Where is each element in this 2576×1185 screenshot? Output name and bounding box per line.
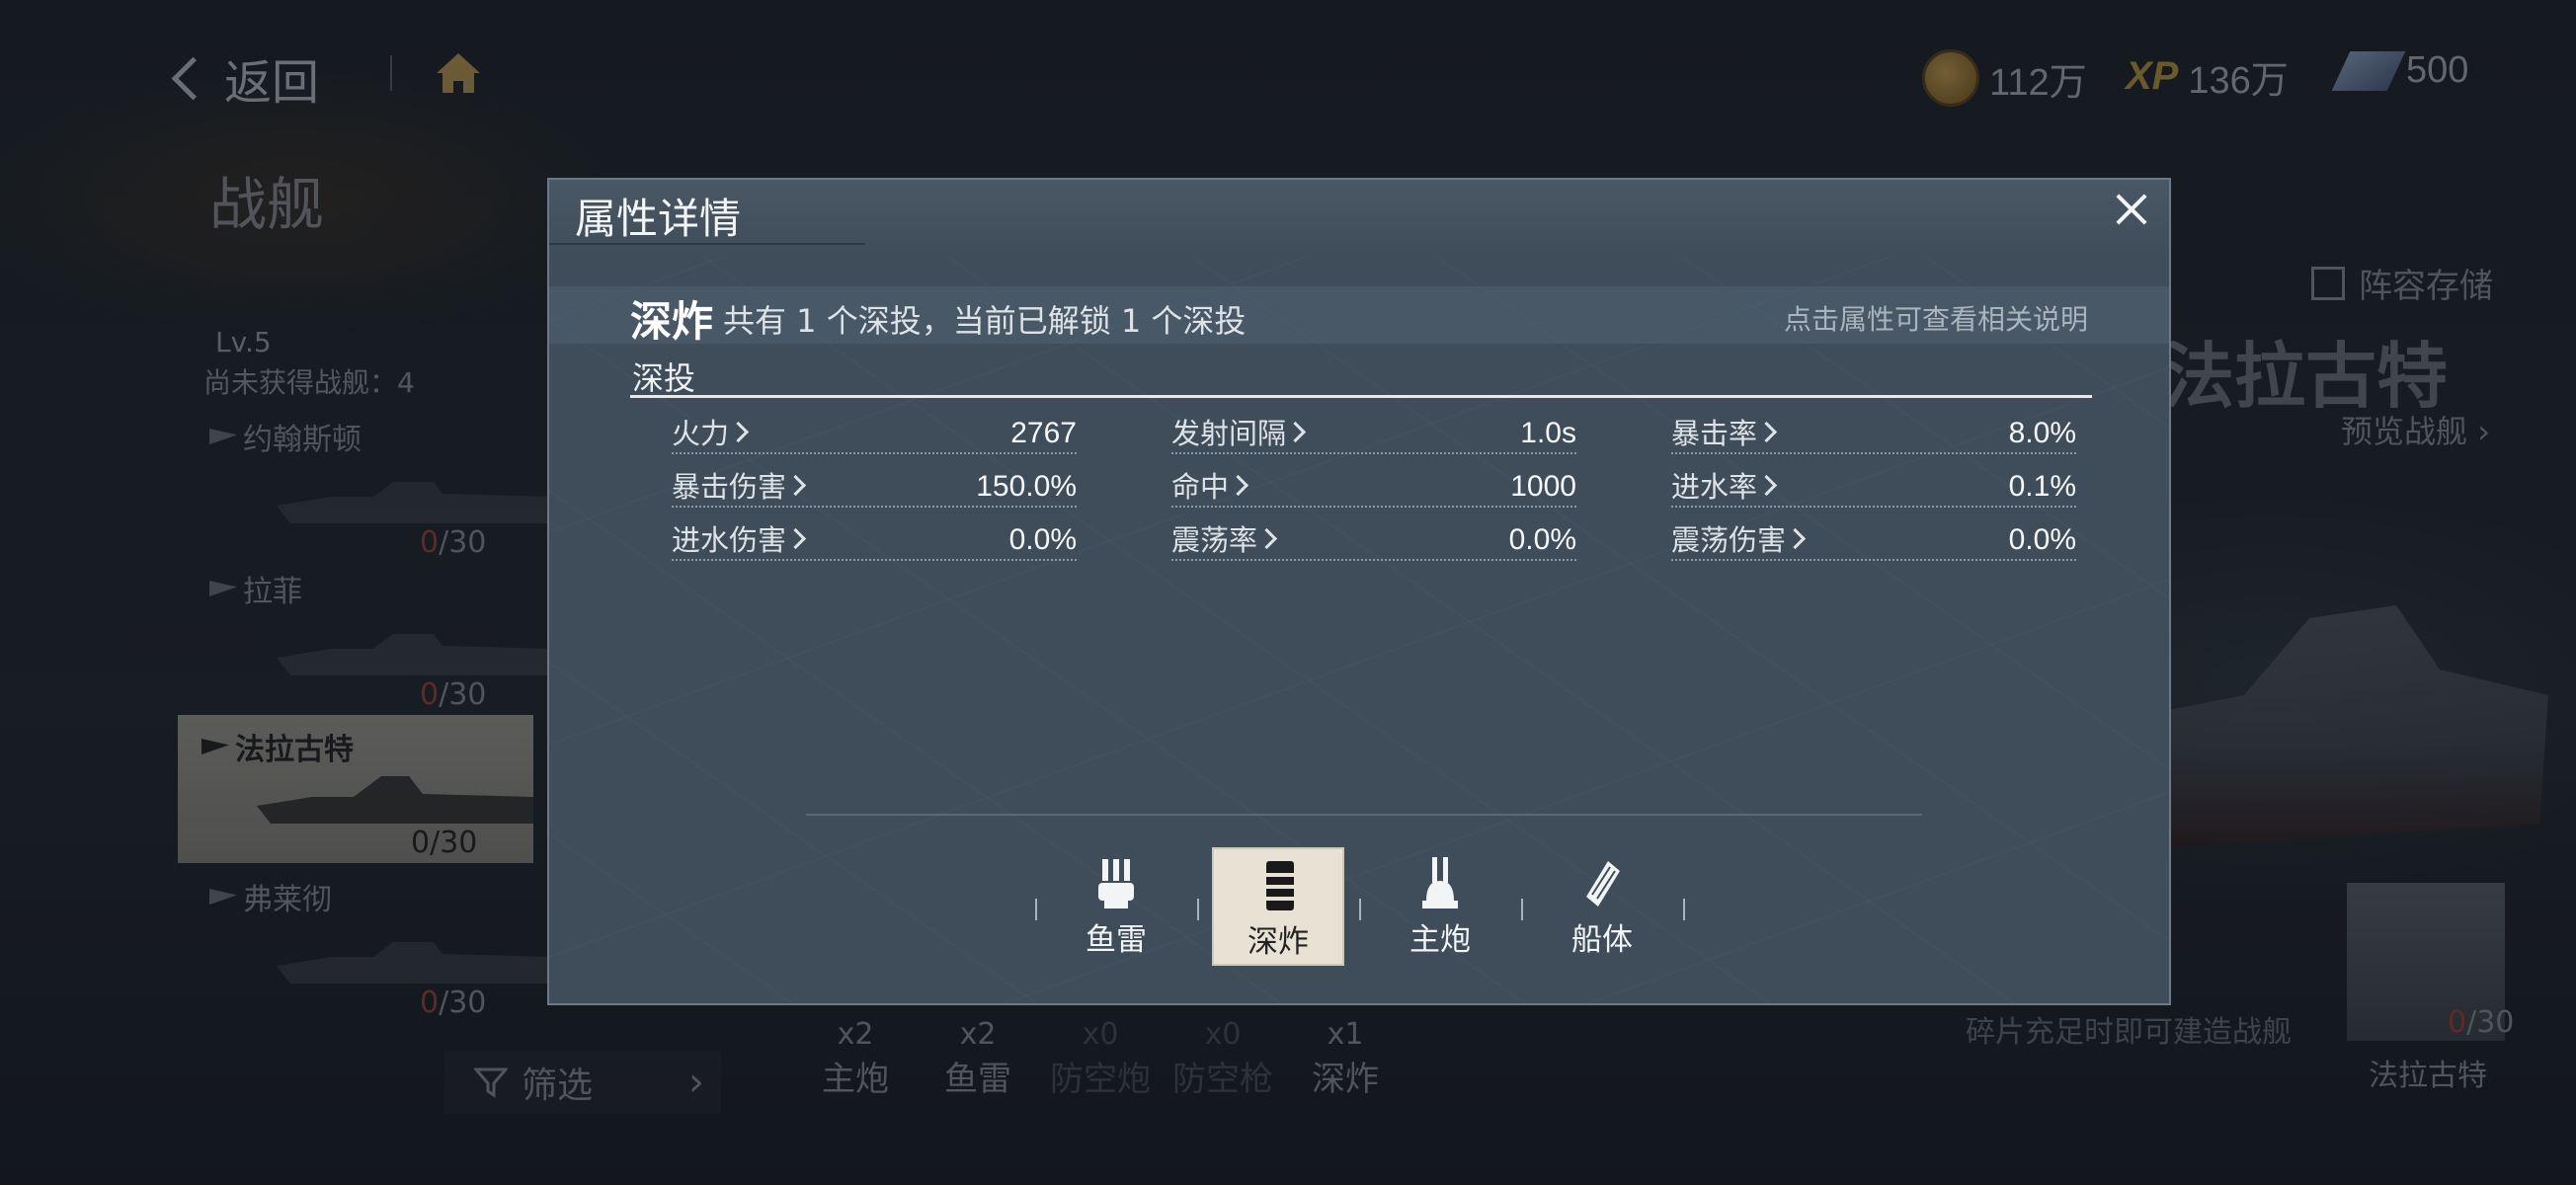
close-icon[interactable] bbox=[2104, 182, 2159, 237]
attribute-details-dialog: 属性详情 深炸 共有 1 个深投，当前已解锁 1 个深投 点击属性可查看相关说明… bbox=[547, 178, 2171, 1005]
section-name: 深炸 bbox=[630, 297, 714, 346]
hull-icon bbox=[1586, 861, 1620, 907]
header-divider bbox=[549, 243, 865, 245]
stat-row[interactable]: 命中 1000 bbox=[1171, 466, 1576, 508]
tab-label: 鱼雷 bbox=[1086, 922, 1147, 958]
stat-row[interactable]: 暴击率 8.0% bbox=[1671, 413, 2076, 454]
stat-row[interactable]: 进水伤害 0.0% bbox=[672, 519, 1077, 561]
stat-row[interactable]: 进水率 0.1% bbox=[1671, 466, 2076, 508]
tab-label: 主炮 bbox=[1409, 922, 1471, 958]
torpedo-icon bbox=[1098, 859, 1134, 908]
dialog-title: 属性详情 bbox=[575, 195, 742, 243]
stat-row[interactable]: 火力 2767 bbox=[672, 413, 1077, 454]
tab-depth-charge[interactable]: 深炸 bbox=[1212, 847, 1344, 966]
depth-charge-icon bbox=[1266, 861, 1294, 910]
tabs-divider bbox=[806, 814, 1922, 816]
section-description: 共有 1 个深投，当前已解锁 1 个深投 bbox=[723, 302, 1247, 340]
tab-separator bbox=[1359, 899, 1361, 920]
tab-hull[interactable]: 船体 bbox=[1536, 847, 1668, 966]
tab-separator bbox=[1521, 899, 1523, 920]
stat-row[interactable]: 发射间隔 1.0s bbox=[1171, 413, 1576, 454]
stat-row[interactable]: 暴击伤害 150.0% bbox=[672, 466, 1077, 508]
tab-label: 深炸 bbox=[1248, 924, 1309, 960]
tab-label: 船体 bbox=[1571, 922, 1633, 958]
stat-row[interactable]: 震荡伤害 0.0% bbox=[1671, 519, 2076, 561]
tab-torpedo[interactable]: 鱼雷 bbox=[1050, 847, 1182, 966]
dialog-header bbox=[549, 180, 2169, 257]
main-gun-icon bbox=[1422, 857, 1458, 908]
sub-section-title: 深投 bbox=[632, 359, 696, 397]
sub-section-divider bbox=[630, 395, 2092, 398]
tab-separator bbox=[1683, 899, 1685, 920]
tab-separator bbox=[1035, 899, 1037, 920]
stat-row[interactable]: 震荡率 0.0% bbox=[1171, 519, 1576, 561]
tab-main-gun[interactable]: 主炮 bbox=[1374, 847, 1506, 966]
tab-separator bbox=[1197, 899, 1199, 920]
hint-text: 点击属性可查看相关说明 bbox=[1783, 303, 2088, 336]
